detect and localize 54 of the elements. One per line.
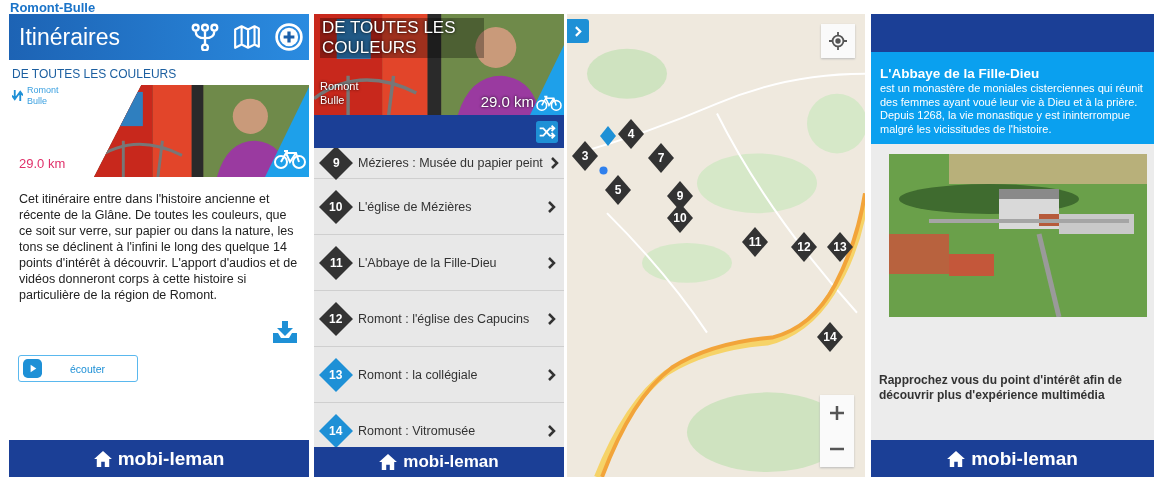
map-icon[interactable] (233, 23, 261, 51)
brand-name: mobi-leman (117, 447, 225, 470)
poi-list-item[interactable]: 11 L'Abbaye de la Fille-Dieu (314, 235, 564, 291)
shuffle-icon[interactable] (536, 120, 558, 143)
chevron-right-icon (548, 424, 556, 437)
chevron-right-icon (548, 368, 556, 381)
number-marker: 10 (319, 189, 353, 224)
poi-list-item[interactable]: 9 Mézieres : Musée du papier peint (314, 148, 564, 179)
proximity-hint: Rapprochez vous du point d'intérêt afin de découvrir plus d'expérience multimédia (879, 373, 1123, 403)
add-icon[interactable] (275, 23, 303, 51)
download-icon[interactable] (273, 321, 297, 343)
listen-button[interactable]: écouter (18, 355, 138, 382)
poi-description: est un monastère de moniales cisterciennes qui réunit des femmes ayant voué leur vie à Dieu et à la prière. Depuis 1268, la vie monastique y est ininterrompue malgré les vicissitudes de l'histoire. (880, 82, 1144, 136)
home-icon (379, 454, 398, 470)
expand-button[interactable] (567, 19, 589, 43)
end-place: Bulle (27, 96, 48, 107)
poi-list-item[interactable]: 13 Romont : la collégiale (314, 347, 564, 403)
play-icon (23, 359, 42, 378)
chevron-right-icon (548, 200, 556, 213)
number-marker: 13 (319, 357, 353, 392)
brand-name: mobi-leman (971, 447, 1078, 470)
brand-name: mobi-leman (403, 452, 499, 472)
screen-title: Itinéraires (19, 23, 120, 51)
plus-icon (830, 406, 844, 420)
home-icon (947, 450, 966, 467)
locate-button[interactable] (821, 24, 855, 58)
chevron-right-icon (548, 256, 556, 269)
branch-icon[interactable] (191, 23, 219, 51)
number-marker: 9 (319, 148, 353, 180)
swap-arrows-icon (12, 90, 23, 101)
route-title: DE TOUTES LES COULEURS (11, 66, 178, 83)
chevron-right-icon (574, 25, 582, 37)
poi-list-item[interactable]: 10 L'église de Mézières (314, 179, 564, 235)
crosshair-icon (829, 32, 847, 50)
chevron-right-icon (548, 312, 556, 325)
location-dot-icon (599, 166, 608, 175)
start-place: Romont (320, 80, 359, 92)
poi-title: L'Abbaye de la Fille-Dieu (880, 66, 1041, 81)
distance: 29.0 km (19, 156, 67, 171)
page-title: Romont-Bulle (10, 1, 96, 14)
home-icon (93, 450, 112, 467)
end-place: Bulle (320, 94, 345, 106)
poi-list-item[interactable]: 12 Romont : l'église des Capucins (314, 291, 564, 347)
number-marker: 12 (319, 301, 353, 336)
route-description: Cet itinéraire entre dans l'histoire ancienne et récente de la Glâne. De toutes les couleurs, que ce soit sur verre, sur papier ou dans la nature, les tons se déclinent à l'infini le long des quelque 14 points d'intérêt à découvrir. L'apport d'audios et de vidéos donneront corps à cette histoire si particulière de la région de Romont. (19, 191, 299, 303)
bicycle-icon (536, 95, 562, 111)
start-place: Romont (27, 85, 59, 96)
bicycle-icon (274, 149, 306, 169)
number-marker: 11 (319, 245, 353, 280)
zoom-in-button[interactable] (820, 395, 854, 431)
distance: 29.0 km (480, 93, 534, 110)
number-marker: 14 (319, 413, 353, 447)
zoom-out-button[interactable] (820, 431, 854, 467)
chevron-right-icon (550, 157, 559, 169)
